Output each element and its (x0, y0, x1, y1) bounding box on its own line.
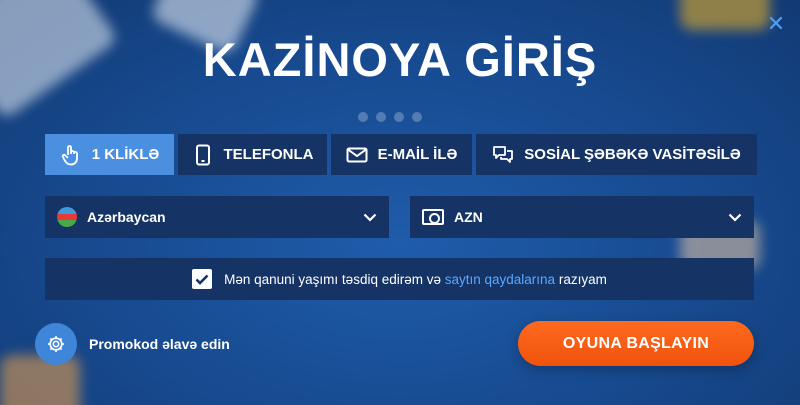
agreement-text-after: razıyam (558, 271, 607, 287)
background-coin-decoration (680, 0, 770, 30)
tab-label: TELEFONLA (223, 146, 314, 163)
money-icon (422, 209, 444, 225)
page-title: KAZİNOYA GİRİŞ (202, 33, 598, 86)
tab-label: 1 KLİKLƏ (91, 146, 160, 163)
tab-label: E-MAİL İLƏ (377, 146, 458, 163)
agreement-checkbox[interactable] (192, 269, 213, 289)
tab-email[interactable]: E-MAİL İLƏ (331, 134, 472, 175)
phone-icon (192, 144, 214, 166)
close-icon[interactable]: ✕ (766, 13, 786, 35)
agreement-text: Mən qanuni yaşımı təsdiq edirəm və saytı… (224, 272, 607, 287)
carousel-dots (358, 112, 422, 122)
country-value: Azərbaycan (87, 209, 166, 225)
tab-label: SOSİAL ŞƏBƏKƏ VASİTƏSİLƏ (524, 146, 741, 163)
agreement-text-before: Mən qanuni yaşımı təsdiq edirəm və (224, 271, 441, 287)
rules-link[interactable]: saytın qaydalarına (445, 272, 555, 287)
chevron-down-icon (363, 209, 377, 225)
registration-tabs: 1 KLİKLƏ TELEFONLA E-MAİL İLƏ SOSİAL ŞƏB… (45, 134, 757, 175)
age-agreement: Mən qanuni yaşımı təsdiq edirəm və saytı… (45, 258, 754, 300)
promo-label: Promokod əlavə edin (89, 336, 230, 352)
chat-icon (492, 144, 514, 166)
azerbaijan-flag-icon (57, 207, 77, 227)
promo-code-toggle[interactable]: Promokod əlavə edin (35, 323, 230, 365)
tab-social[interactable]: SOSİAL ŞƏBƏKƏ VASİTƏSİLƏ (476, 134, 757, 175)
country-select[interactable]: Azərbaycan (45, 196, 389, 238)
tab-one-click[interactable]: 1 KLİKLƏ (45, 134, 174, 175)
gear-icon (35, 323, 77, 365)
tab-phone[interactable]: TELEFONLA (178, 134, 327, 175)
currency-select[interactable]: AZN (410, 196, 754, 238)
start-game-button[interactable]: OYUNA BAŞLAYIN (518, 321, 754, 366)
hand-pointer-icon (60, 144, 82, 166)
currency-value: AZN (454, 209, 483, 225)
chevron-down-icon (728, 209, 742, 225)
envelope-icon (346, 144, 368, 166)
